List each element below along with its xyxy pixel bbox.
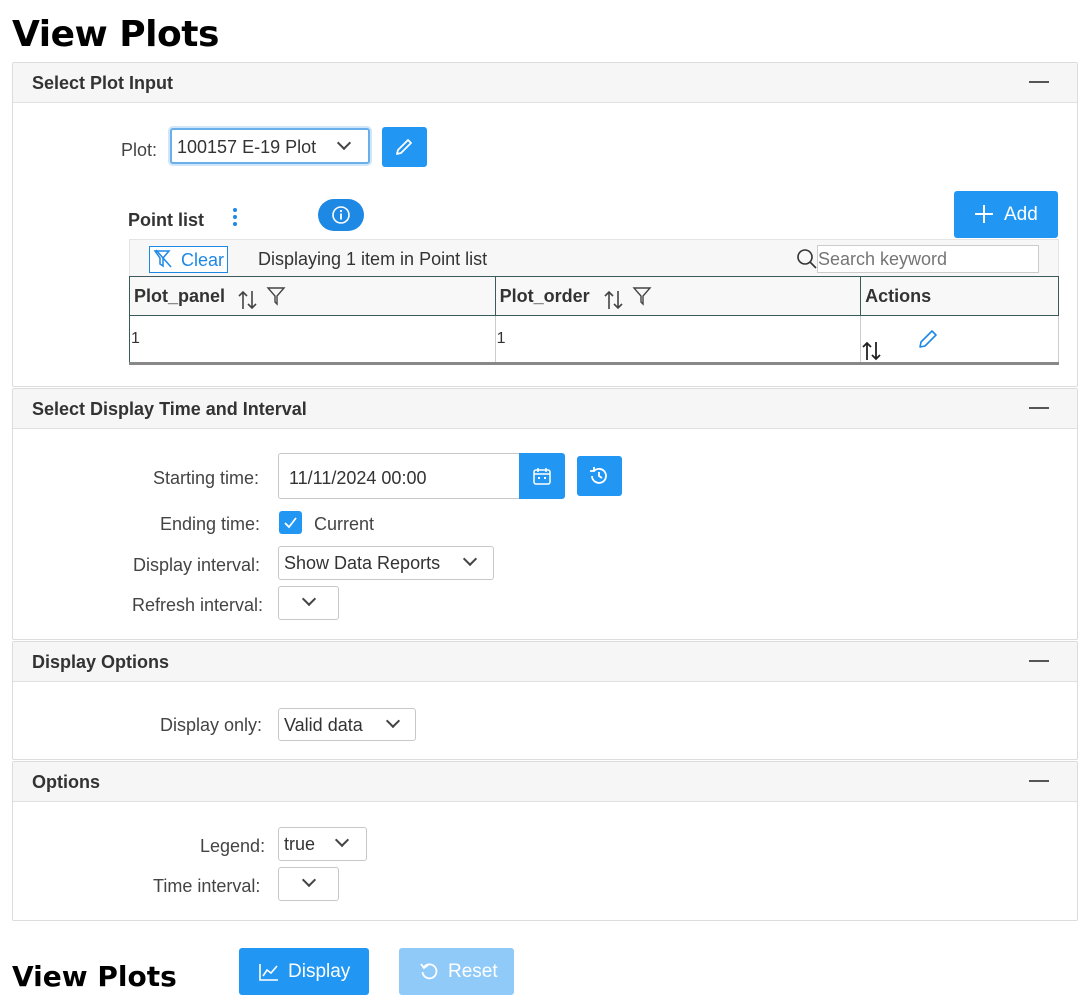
collapse-icon[interactable] [1029,407,1049,409]
undo-icon [420,963,438,980]
legend-label: Legend: [200,836,266,856]
chevron-down-icon [334,832,350,848]
filter-clear-icon [153,249,172,268]
time-interval-panel: Select Display Time and Interval Startin… [12,388,1078,640]
collapse-icon[interactable] [1029,780,1049,782]
history-icon [590,467,607,484]
info-button[interactable] [318,199,364,231]
display-only-select[interactable]: Valid data [278,708,416,741]
checkmark-icon [284,517,297,529]
history-button[interactable] [577,456,622,496]
plot-label: Plot: [121,140,158,160]
calendar-button[interactable] [519,453,565,499]
footer-title: View Plots [12,960,177,993]
display-button[interactable]: Display [239,948,369,995]
search-icon [797,249,817,269]
filter-icon[interactable] [632,285,652,307]
pencil-icon [396,139,412,155]
options-header[interactable]: Options [13,762,1077,802]
chevron-down-icon [301,872,317,888]
pencil-icon[interactable] [917,328,939,350]
reset-button[interactable]: Reset [399,948,514,995]
panel-title: Select Display Time and Interval [32,399,307,419]
edit-plot-button[interactable] [382,127,427,167]
options-panel: Options Legend: true Time interval: [12,761,1078,921]
chevron-down-icon [385,713,401,729]
cell-plot-order: 1 [495,315,862,365]
legend-select[interactable]: true [278,827,367,861]
grid-toolbar: Clear Displaying 1 item in Point list [129,239,1059,277]
cell-actions [860,315,1059,365]
filter-icon[interactable] [266,285,286,307]
add-point-button[interactable]: Add [954,191,1058,238]
page-title: View Plots [12,14,219,55]
sort-icon[interactable] [603,289,625,311]
clear-filter-button[interactable]: Clear [149,246,228,273]
sort-icon[interactable] [237,289,259,311]
grid-status: Displaying 1 item in Point list [258,249,488,269]
ending-time-label: Ending time: [160,514,261,534]
time-interval-header[interactable]: Select Display Time and Interval [13,389,1077,429]
current-checkbox[interactable] [279,511,302,534]
display-interval-select[interactable]: Show Data Reports [278,546,494,580]
chevron-down-icon [336,135,352,151]
search-input[interactable] [817,245,1039,273]
plot-input-header[interactable]: Select Plot Input [13,63,1077,103]
cell-plot-panel: 1 [129,315,496,365]
point-list-table: Plot_panel Plot_order Actions 1 1 [129,276,1059,365]
display-options-panel: Display Options Display only: Valid data [12,641,1078,760]
display-only-label: Display only: [160,715,263,735]
time-interval-label: Time interval: [153,876,261,896]
refresh-interval-select[interactable] [278,586,339,620]
column-header-plot-panel[interactable]: Plot_panel [129,276,496,316]
time-interval-select[interactable] [278,867,339,901]
current-checkbox-label[interactable]: Current [314,514,374,535]
collapse-icon[interactable] [1029,81,1049,83]
display-options-header[interactable]: Display Options [13,642,1077,682]
calendar-icon [533,468,551,485]
panel-title: Display Options [32,652,170,672]
info-icon [332,206,350,224]
line-chart-icon [259,964,278,981]
column-header-actions: Actions [860,276,1059,316]
table-row[interactable]: 1 1 [129,315,1059,365]
reorder-icon[interactable] [861,340,883,362]
plot-input-panel: Select Plot Input Plot: 100157 E-19 Plot… [12,62,1078,387]
chevron-down-icon [462,551,478,567]
chevron-down-icon [301,591,317,607]
refresh-interval-label: Refresh interval: [132,595,264,615]
kebab-menu-icon[interactable] [232,207,238,229]
collapse-icon[interactable] [1029,660,1049,662]
plus-icon [975,205,993,223]
starting-time-input[interactable]: 11/11/2024 00:00 [278,453,520,499]
display-interval-label: Display interval: [133,555,261,575]
column-header-plot-order[interactable]: Plot_order [494,276,862,316]
panel-title: Select Plot Input [32,73,174,93]
point-list-title: Point list [128,210,204,230]
plot-select[interactable]: 100157 E-19 Plot [170,128,370,164]
panel-title: Options [32,772,100,792]
starting-time-label: Starting time: [153,468,260,488]
